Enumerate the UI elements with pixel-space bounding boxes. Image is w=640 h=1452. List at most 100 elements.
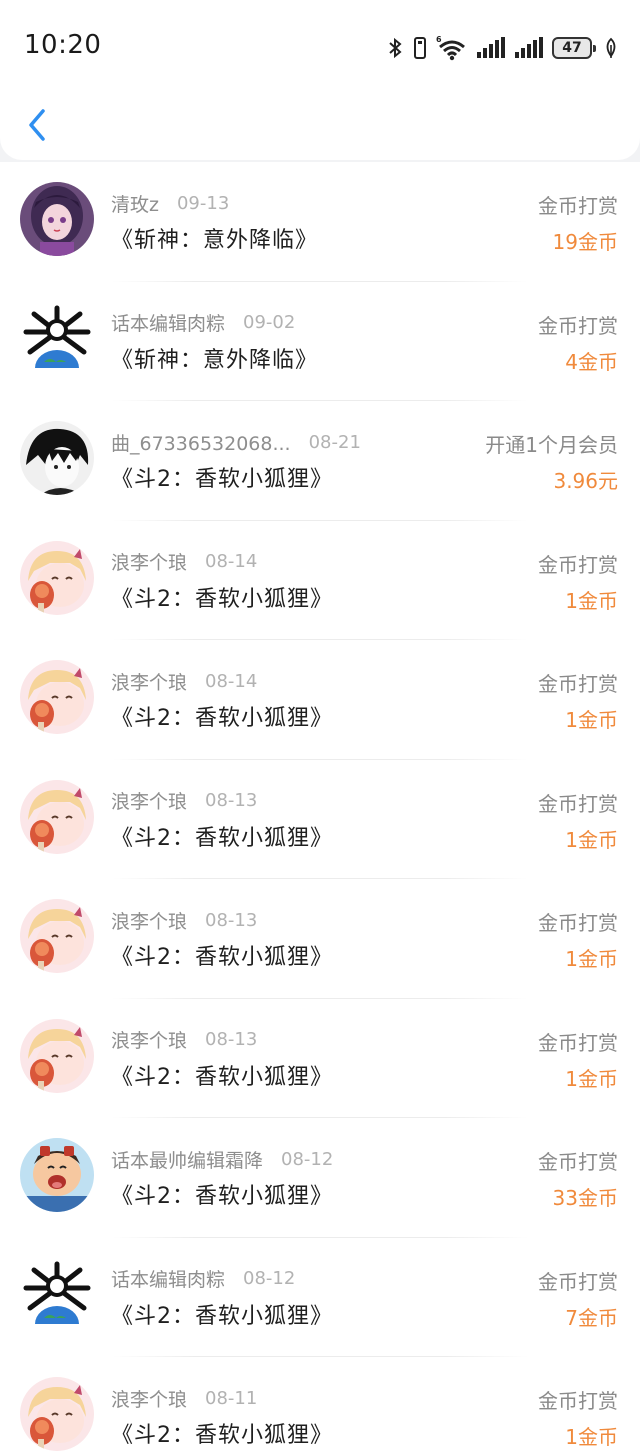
vibrate-icon xyxy=(414,37,426,59)
book-title: 《斗2：香软小狐狸》 xyxy=(111,825,333,851)
user-avatar[interactable] xyxy=(20,660,94,734)
user-avatar[interactable] xyxy=(20,1018,94,1093)
book-title: 《斗2：香软小狐狸》 xyxy=(111,1423,333,1448)
username[interactable]: 浪李个琅 xyxy=(111,1026,187,1053)
avatar-image xyxy=(20,1138,94,1212)
signal-icon xyxy=(477,37,505,58)
user-avatar[interactable] xyxy=(20,779,94,854)
username[interactable]: 浪李个琅 xyxy=(111,668,187,695)
record-meta: 曲_67336532068... 08-21 xyxy=(111,429,361,455)
username[interactable]: 话本最帅编辑霜降 xyxy=(111,1146,263,1173)
back-button[interactable] xyxy=(20,104,54,146)
reward-type: 开通1个月会员 xyxy=(485,433,618,457)
reward-records-list: 清玫z 09-13 《斩神：意外降临》 金币打赏 19金币 话本编辑肉粽 09-02 《斩神… xyxy=(0,162,640,1452)
status-bar: 10:20 6 47 xyxy=(0,0,640,96)
reward-type: 金币打赏 xyxy=(538,1030,618,1055)
record-row[interactable]: 浪李个琅 08-13 《斗2：香软小狐狸》 金币打赏 1金币 xyxy=(0,999,640,1118)
reward-type: 金币打赏 xyxy=(538,911,618,935)
user-avatar[interactable] xyxy=(20,301,94,376)
record-meta: 浪李个琅 08-14 xyxy=(111,668,257,694)
avatar-image xyxy=(20,899,94,973)
record-date: 08-13 xyxy=(205,790,258,811)
book-title: 《斩神：意外降临》 xyxy=(111,228,319,253)
reward-amount: 33金币 xyxy=(552,1186,618,1210)
reward-amount: 1金币 xyxy=(565,1425,618,1449)
reward-amount: 7金币 xyxy=(565,1305,618,1330)
record-row[interactable]: 话本编辑肉粽 08-12 《斗2：香软小狐狸》 金币打赏 7金币 xyxy=(0,1238,640,1357)
record-row[interactable]: 浪李个琅 08-14 《斗2：香软小狐狸》 金币打赏 1金币 xyxy=(0,640,640,760)
record-meta: 话本编辑肉粽 08-12 xyxy=(111,1266,295,1292)
wifi-icon: 6 xyxy=(436,35,465,61)
record-date: 09-02 xyxy=(243,312,296,333)
avatar-image xyxy=(20,1257,94,1332)
username[interactable]: 话本编辑肉粽 xyxy=(111,309,225,336)
reward-amount: 1金币 xyxy=(565,947,618,971)
avatar-image xyxy=(20,301,94,376)
status-time: 10:20 xyxy=(24,30,102,60)
book-title: 《斗2：香软小狐狸》 xyxy=(111,586,333,612)
record-meta: 话本编辑肉粽 09-02 xyxy=(111,310,295,336)
user-avatar[interactable] xyxy=(20,1257,94,1332)
user-avatar[interactable] xyxy=(20,421,94,495)
username[interactable]: 浪李个琅 xyxy=(111,907,187,934)
user-avatar[interactable] xyxy=(20,1377,94,1451)
record-date: 08-14 xyxy=(205,670,258,692)
avatar-image xyxy=(20,182,94,256)
book-title: 《斗2：香软小狐狸》 xyxy=(111,1184,333,1209)
record-row[interactable]: 浪李个琅 08-13 《斗2：香软小狐狸》 金币打赏 1金币 xyxy=(0,760,640,879)
reward-type: 金币打赏 xyxy=(538,1150,618,1174)
record-row[interactable]: 清玫z 09-13 《斩神：意外降临》 金币打赏 19金币 xyxy=(0,162,640,282)
reward-type: 金币打赏 xyxy=(538,313,618,338)
avatar-image xyxy=(20,1018,94,1093)
record-row[interactable]: 话本最帅编辑霜降 08-12 《斗2：香软小狐狸》 金币打赏 33金币 xyxy=(0,1118,640,1238)
reward-amount: 19金币 xyxy=(552,230,618,254)
record-row[interactable]: 曲_67336532068... 08-21 《斗2：香软小狐狸》 开通1个月会员 3.… xyxy=(0,401,640,521)
record-row[interactable]: 浪李个琅 08-11 《斗2：香软小狐狸》 金币打赏 1金币 xyxy=(0,1357,640,1452)
book-title: 《斗2：香软小狐狸》 xyxy=(111,945,333,970)
record-meta: 浪李个琅 08-11 xyxy=(111,1385,257,1411)
user-avatar[interactable] xyxy=(20,182,94,256)
record-row[interactable]: 浪李个琅 08-14 《斗2：香软小狐狸》 金币打赏 1金币 xyxy=(0,521,640,640)
reward-type: 金币打赏 xyxy=(538,1269,618,1294)
username[interactable]: 浪李个琅 xyxy=(111,548,187,575)
record-meta: 话本最帅编辑霜降 08-12 xyxy=(111,1146,333,1172)
record-date: 08-21 xyxy=(308,431,361,453)
reward-amount: 1金币 xyxy=(565,827,618,852)
record-meta: 浪李个琅 08-14 xyxy=(111,549,257,575)
record-date: 08-13 xyxy=(205,1029,258,1050)
chevron-left-icon xyxy=(29,109,45,141)
record-row[interactable]: 浪李个琅 08-13 《斗2：香软小狐狸》 金币打赏 1金币 xyxy=(0,879,640,999)
reward-type: 金币打赏 xyxy=(538,791,618,816)
record-row[interactable]: 话本编辑肉粽 09-02 《斩神：意外降临》 金币打赏 4金币 xyxy=(0,282,640,401)
reward-amount: 1金币 xyxy=(565,588,618,613)
record-meta: 浪李个琅 08-13 xyxy=(111,907,257,933)
user-avatar[interactable] xyxy=(20,899,94,973)
username[interactable]: 浪李个琅 xyxy=(111,787,187,814)
reward-type: 金币打赏 xyxy=(538,552,618,577)
record-date: 08-12 xyxy=(281,1148,334,1170)
record-date: 08-14 xyxy=(205,551,258,572)
status-icons: 6 47 xyxy=(388,32,618,64)
record-meta: 清玫z 09-13 xyxy=(111,190,229,216)
username[interactable]: 曲_67336532068... xyxy=(111,429,291,456)
reward-type: 金币打赏 xyxy=(538,1389,618,1413)
record-date: 08-11 xyxy=(205,1387,258,1409)
book-title: 《斗2：香软小狐狸》 xyxy=(111,706,333,731)
username[interactable]: 话本编辑肉粽 xyxy=(111,1265,225,1292)
leaf-icon xyxy=(606,37,616,58)
avatar-image xyxy=(20,779,94,854)
reward-type: 金币打赏 xyxy=(538,672,618,696)
bluetooth-icon xyxy=(389,37,402,59)
record-meta: 浪李个琅 08-13 xyxy=(111,1027,257,1053)
record-meta: 浪李个琅 08-13 xyxy=(111,788,257,814)
battery-level: 47 xyxy=(562,40,582,56)
user-avatar[interactable] xyxy=(20,540,94,615)
avatar-image xyxy=(20,540,94,615)
record-date: 09-13 xyxy=(176,192,230,214)
username[interactable]: 浪李个琅 xyxy=(111,1385,187,1412)
username[interactable]: 清玫z xyxy=(111,190,159,217)
record-date: 08-13 xyxy=(205,909,258,931)
book-title: 《斗2：香软小狐狸》 xyxy=(111,467,333,492)
user-avatar[interactable] xyxy=(20,1138,94,1212)
wifi-generation-label: 6 xyxy=(436,35,442,44)
